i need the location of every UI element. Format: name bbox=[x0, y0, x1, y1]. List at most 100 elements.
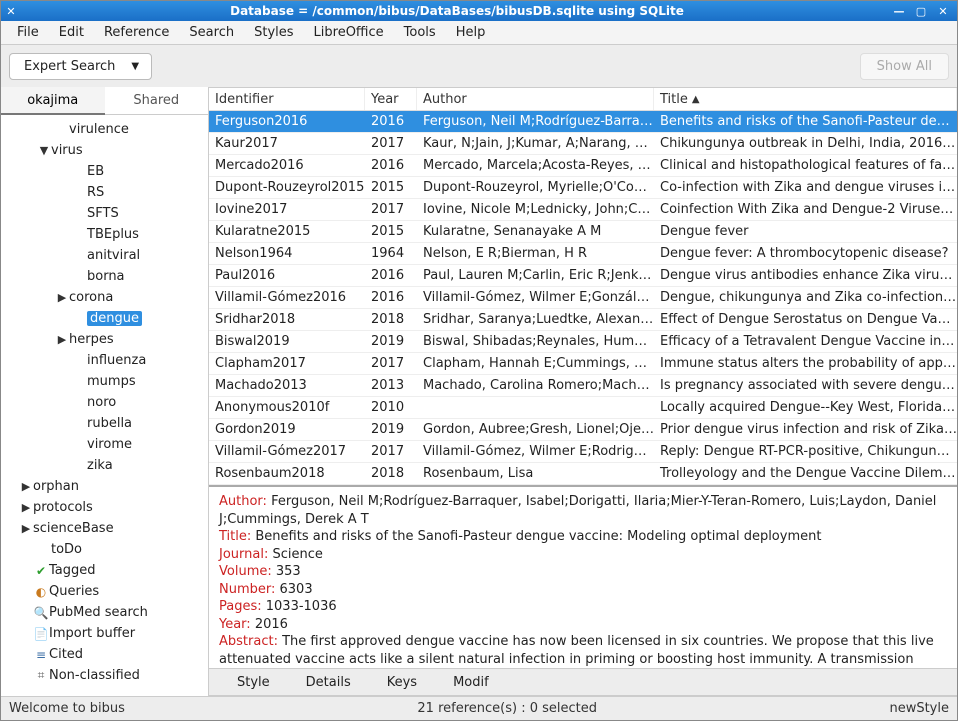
tree-item-tbeplus[interactable]: TBEplus bbox=[1, 224, 208, 245]
cell-title: Dengue virus antibodies enhance Zika vir… bbox=[654, 268, 957, 283]
tree-item-influenza[interactable]: influenza bbox=[1, 350, 208, 371]
table-row[interactable]: Sridhar20182018Sridhar, Saranya;Luedtke,… bbox=[209, 309, 957, 331]
tree-item-virus[interactable]: ▼virus bbox=[1, 140, 208, 161]
table-row[interactable]: Anonymous2010f2010Locally acquired Dengu… bbox=[209, 397, 957, 419]
tree-item-virulence[interactable]: virulence bbox=[1, 119, 208, 140]
tab-modif[interactable]: Modif bbox=[453, 675, 489, 690]
tree-arrow-icon: ▶ bbox=[55, 291, 69, 304]
status-right: newStyle bbox=[889, 701, 949, 716]
table-row[interactable]: Iovine20172017Iovine, Nicole M;Lednicky,… bbox=[209, 199, 957, 221]
tree-item-label: influenza bbox=[87, 353, 146, 368]
table-row[interactable]: Machado20132013Machado, Carolina Romero;… bbox=[209, 375, 957, 397]
table-row[interactable]: Paul20162016Paul, Lauren M;Carlin, Eric … bbox=[209, 265, 957, 287]
header-identifier[interactable]: Identifier bbox=[209, 88, 365, 110]
tree-item-queries[interactable]: ◐Queries bbox=[1, 581, 208, 602]
chevron-down-icon: ▼ bbox=[131, 61, 139, 72]
detail-year-label: Year: bbox=[219, 617, 251, 632]
cell-id: Iovine2017 bbox=[209, 202, 365, 217]
close-icon-right[interactable]: ✕ bbox=[937, 5, 949, 17]
tree-item-dengue[interactable]: dengue bbox=[1, 308, 208, 329]
cell-year: 2018 bbox=[365, 312, 417, 327]
menu-reference[interactable]: Reference bbox=[94, 22, 179, 43]
tree-item-anitviral[interactable]: anitviral bbox=[1, 245, 208, 266]
detail-abstract-label: Abstract: bbox=[219, 634, 278, 649]
header-year[interactable]: Year bbox=[365, 88, 417, 110]
table-row[interactable]: Ferguson20162016Ferguson, Neil M;Rodrígu… bbox=[209, 111, 957, 133]
menu-libreoffice[interactable]: LibreOffice bbox=[304, 22, 394, 43]
table-row[interactable]: Clapham20172017Clapham, Hannah E;Cumming… bbox=[209, 353, 957, 375]
tree-item-corona[interactable]: ▶corona bbox=[1, 287, 208, 308]
tree-item-non-classified[interactable]: ⌗Non-classified bbox=[1, 665, 208, 686]
tab-keys[interactable]: Keys bbox=[387, 675, 417, 690]
tree-item-orphan[interactable]: ▶orphan bbox=[1, 476, 208, 497]
tree-item-tagged[interactable]: ✔Tagged bbox=[1, 560, 208, 581]
menu-help[interactable]: Help bbox=[446, 22, 496, 43]
cell-title: Chikungunya outbreak in Delhi, India, 20… bbox=[654, 136, 957, 151]
menu-edit[interactable]: Edit bbox=[49, 22, 94, 43]
tree-item-todo[interactable]: toDo bbox=[1, 539, 208, 560]
header-title[interactable]: Title ▲ bbox=[654, 88, 957, 110]
show-all-button[interactable]: Show All bbox=[860, 53, 949, 80]
tree-item-virome[interactable]: virome bbox=[1, 434, 208, 455]
table-row[interactable]: Biswal20192019Biswal, Shibadas;Reynales,… bbox=[209, 331, 957, 353]
detail-title-label: Title: bbox=[219, 529, 251, 544]
tree-item-protocols[interactable]: ▶protocols bbox=[1, 497, 208, 518]
table-body[interactable]: Ferguson20162016Ferguson, Neil M;Rodrígu… bbox=[209, 111, 957, 485]
tree-item-herpes[interactable]: ▶herpes bbox=[1, 329, 208, 350]
cell-author: Rosenbaum, Lisa bbox=[417, 466, 654, 481]
table-row[interactable]: Gordon20192019Gordon, Aubree;Gresh, Lion… bbox=[209, 419, 957, 441]
table-row[interactable]: Kularatne20152015Kularatne, Senanayake A… bbox=[209, 221, 957, 243]
detail-pages: 1033-1036 bbox=[266, 599, 337, 614]
tree-arrow-icon: ▶ bbox=[19, 480, 33, 493]
cell-title: Dengue fever bbox=[654, 224, 957, 239]
maximize-icon[interactable]: ▢ bbox=[915, 5, 927, 17]
cell-year: 2018 bbox=[365, 466, 417, 481]
cell-author: Iovine, Nicole M;Lednicky, John;Cher... bbox=[417, 202, 654, 217]
cell-id: Biswal2019 bbox=[209, 334, 365, 349]
menu-file[interactable]: File bbox=[7, 22, 49, 43]
menu-tools[interactable]: Tools bbox=[394, 22, 446, 43]
cell-title: Effect of Dengue Serostatus on Dengue Va… bbox=[654, 312, 957, 327]
sidebar-tab-user[interactable]: okajima bbox=[1, 87, 105, 115]
menu-search[interactable]: Search bbox=[179, 22, 244, 43]
tree-item-noro[interactable]: noro bbox=[1, 392, 208, 413]
cell-id: Paul2016 bbox=[209, 268, 365, 283]
table-row[interactable]: Kaur20172017Kaur, N;Jain, J;Kumar, A;Nar… bbox=[209, 133, 957, 155]
table-row[interactable]: Mercado20162016Mercado, Marcela;Acosta-R… bbox=[209, 155, 957, 177]
table-row[interactable]: Rosenbaum20182018Rosenbaum, LisaTrolleyo… bbox=[209, 463, 957, 485]
tree-item-pubmed-search[interactable]: 🔍PubMed search bbox=[1, 602, 208, 623]
close-icon[interactable]: ✕ bbox=[5, 5, 17, 17]
sidebar-tab-shared[interactable]: Shared bbox=[105, 87, 209, 115]
cell-title: Reply: Dengue RT-PCR-positive, Chikungun… bbox=[654, 444, 957, 459]
table-row[interactable]: Dupont-Rouzeyrol20152015Dupont-Rouzeyrol… bbox=[209, 177, 957, 199]
cell-id: Machado2013 bbox=[209, 378, 365, 393]
cell-year: 2015 bbox=[365, 180, 417, 195]
tab-style[interactable]: Style bbox=[237, 675, 270, 690]
tree-item-cited[interactable]: ≡Cited bbox=[1, 644, 208, 665]
minimize-icon[interactable]: — bbox=[893, 5, 905, 17]
tree-item-mumps[interactable]: mumps bbox=[1, 371, 208, 392]
cell-title: Clinical and histopathological features … bbox=[654, 158, 957, 173]
table-row[interactable]: Villamil-Gómez20162016Villamil-Gómez, Wi… bbox=[209, 287, 957, 309]
tab-details[interactable]: Details bbox=[306, 675, 351, 690]
cell-year: 2019 bbox=[365, 334, 417, 349]
tree-item-borna[interactable]: borna bbox=[1, 266, 208, 287]
cell-title: Locally acquired Dengue--Key West, Flori… bbox=[654, 400, 957, 415]
table-row[interactable]: Villamil-Gómez20172017Villamil-Gómez, Wi… bbox=[209, 441, 957, 463]
cell-title: Benefits and risks of the Sanofi-Pasteur… bbox=[654, 114, 957, 129]
tree-item-eb[interactable]: EB bbox=[1, 161, 208, 182]
table-row[interactable]: Nelson19641964Nelson, E R;Bierman, H RDe… bbox=[209, 243, 957, 265]
tree-item-sciencebase[interactable]: ▶scienceBase bbox=[1, 518, 208, 539]
tree-item-rubella[interactable]: rubella bbox=[1, 413, 208, 434]
tree-item-rs[interactable]: RS bbox=[1, 182, 208, 203]
tree-item-label: orphan bbox=[33, 479, 79, 494]
menu-styles[interactable]: Styles bbox=[244, 22, 303, 43]
tree[interactable]: virulence▼virusEBRSSFTSTBEplusanitviralb… bbox=[1, 115, 208, 696]
expert-search-dropdown[interactable]: Expert Search ▼ bbox=[9, 53, 152, 80]
tree-item-import-buffer[interactable]: 📄Import buffer bbox=[1, 623, 208, 644]
detail-volume: 353 bbox=[276, 564, 301, 579]
tree-item-sfts[interactable]: SFTS bbox=[1, 203, 208, 224]
header-author[interactable]: Author bbox=[417, 88, 654, 110]
tree-item-zika[interactable]: zika bbox=[1, 455, 208, 476]
cell-year: 2019 bbox=[365, 422, 417, 437]
